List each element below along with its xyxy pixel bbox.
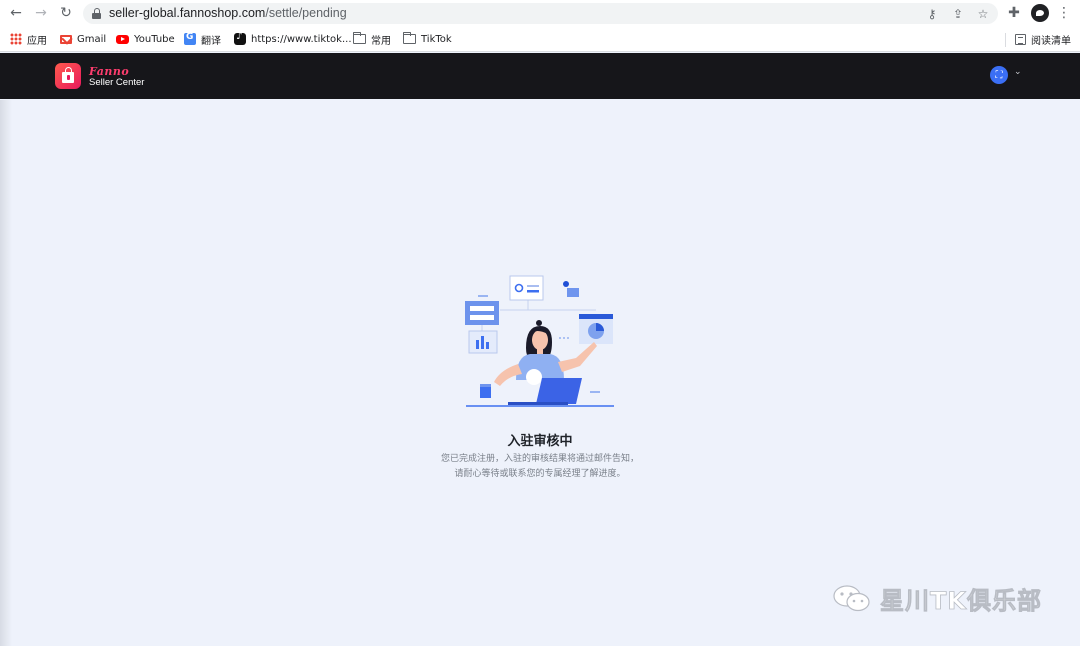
lock-icon: [92, 8, 101, 19]
apps-grid-icon: [10, 33, 22, 45]
translate-icon: [184, 32, 196, 45]
reload-icon[interactable]: ↻: [56, 4, 76, 22]
gmail-icon: [60, 34, 72, 44]
bookmarks-divider: [1005, 33, 1006, 47]
menu-kebab-icon[interactable]: ⋮: [1054, 4, 1074, 22]
brand-subtitle: Seller Center: [89, 77, 145, 88]
bookmark-label: https://www.tiktok...: [251, 33, 352, 45]
url-host: seller-global.fannoshop.com: [109, 6, 266, 20]
bookmark-label: TikTok: [421, 33, 452, 45]
shopping-bag-icon: [62, 67, 74, 83]
watermark: 星川TK俱乐部: [832, 582, 1042, 615]
chevron-down-icon[interactable]: ⌄: [1014, 67, 1026, 81]
youtube-icon: [116, 34, 129, 44]
extensions-icon[interactable]: ✚: [1004, 4, 1024, 22]
bookmark-tiktok-url[interactable]: https://www.tiktok...: [234, 31, 352, 47]
back-icon[interactable]: ←: [6, 4, 26, 22]
bookmark-apps[interactable]: 应用: [10, 31, 47, 47]
bookmark-youtube[interactable]: YouTube: [116, 31, 175, 47]
description-line-1: 您已完成注册，入驻的审核结果将通过邮件告知，: [440, 454, 639, 464]
folder-icon: [403, 32, 416, 44]
fanno-logo[interactable]: [55, 63, 81, 89]
tiktok-icon: [234, 31, 246, 45]
folder-icon: [353, 32, 366, 44]
user-avatar-icon[interactable]: ⛶: [990, 66, 1008, 84]
wechat-icon: [833, 585, 870, 612]
pending-description: 您已完成注册，入驻的审核结果将通过邮件告知， 请耐心等待或联系您的专属经理了解进…: [400, 452, 680, 482]
watermark-text: 星川TK俱乐部: [880, 586, 1042, 615]
pending-review-illustration: [465, 275, 614, 407]
reading-list-icon: [1015, 33, 1026, 45]
forward-icon[interactable]: →: [31, 4, 51, 22]
browser-toolbar: ← → ↻ seller-global.fannoshop.com/settle…: [0, 0, 1080, 27]
bookmarks-bar: 应用 Gmail YouTube 翻译 https://www.tiktok..…: [0, 27, 1080, 52]
bookmark-label: 应用: [27, 35, 47, 47]
bookmark-label: 常用: [371, 35, 391, 47]
profile-avatar[interactable]: [1031, 4, 1049, 22]
page-title: 入驻审核中: [507, 434, 573, 449]
key-icon[interactable]: ⚷: [923, 5, 941, 22]
reading-list[interactable]: 阅读清单: [1015, 31, 1071, 47]
bookmark-label: Gmail: [77, 33, 107, 45]
url-path: /settle/pending: [265, 6, 347, 20]
page-edge-shadow: [0, 100, 12, 646]
app-header: Fanno Seller Center: [0, 53, 1080, 99]
address-bar[interactable]: seller-global.fannoshop.com/settle/pendi…: [83, 3, 998, 24]
bookmark-translate[interactable]: 翻译: [184, 31, 221, 47]
reading-list-label: 阅读清单: [1031, 35, 1071, 47]
url-text[interactable]: seller-global.fannoshop.com/settle/pendi…: [109, 6, 347, 20]
bookmark-folder-common[interactable]: 常用: [353, 31, 391, 47]
bookmark-label: 翻译: [201, 35, 221, 47]
bookmark-label: YouTube: [134, 33, 175, 45]
description-line-2: 请耐心等待或联系您的专属经理了解进度。: [454, 469, 626, 479]
bookmark-gmail[interactable]: Gmail: [60, 31, 106, 47]
star-icon[interactable]: ☆: [974, 5, 992, 22]
share-icon[interactable]: ⇪: [949, 5, 967, 22]
bookmark-folder-tiktok[interactable]: TikTok: [403, 31, 452, 47]
